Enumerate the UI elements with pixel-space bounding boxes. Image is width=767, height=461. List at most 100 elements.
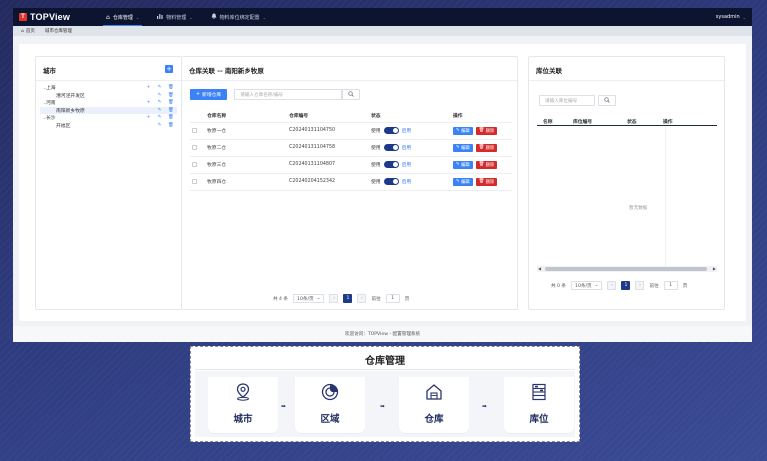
edit-icon[interactable]: ✎ — [157, 85, 162, 90]
breadcrumb: ⌂ 首页 城市仓库管理 — [13, 26, 752, 36]
logo[interactable]: T TOPView — [19, 12, 97, 22]
breadcrumb-current[interactable]: 城市仓库管理 — [45, 28, 72, 34]
menu-item-material[interactable]: 物料管理 ⌄ — [148, 8, 201, 26]
delete-button[interactable]: 🗑 删除 — [475, 177, 498, 186]
tree-node-henan[interactable]: ⌄ 河南 + ✎ 🗑 — [40, 99, 177, 107]
row-actions: ✎ 编辑 🗑 删除 — [453, 177, 512, 186]
logo-text: TOPView — [30, 12, 71, 22]
shelf-icon — [530, 383, 548, 401]
delete-button[interactable]: 🗑 删除 — [475, 160, 498, 169]
delete-button[interactable]: 🗑 删除 — [475, 143, 498, 152]
goto-label: 前往 — [649, 283, 659, 289]
button-label: 删除 — [485, 128, 495, 134]
tree-node-shanghai[interactable]: ⌄ 上海 + ✎ 🗑 — [40, 84, 177, 92]
column-header: 状态 — [627, 119, 637, 125]
tree-node-nanyang[interactable]: 南阳新乡牧原 ✎ 🗑 — [40, 106, 177, 114]
scrollbar-thumb[interactable] — [545, 267, 707, 271]
location-search-input[interactable]: 请输入库位编号 — [539, 95, 595, 106]
goto-page-input[interactable]: 1 — [385, 294, 400, 303]
edit-button[interactable]: ✎ 编辑 — [453, 160, 473, 169]
location-pagination: 共 0 条 10条/页 ⌄ ‹ 1 › 前往 1 页 — [551, 281, 687, 290]
tree-actions: + ✎ 🗑 — [146, 85, 177, 90]
add-icon[interactable]: + — [146, 85, 151, 90]
row-actions: ✎ 编辑 🗑 删除 — [453, 160, 512, 169]
status-toggle[interactable] — [383, 127, 399, 134]
warehouse-search-input[interactable]: 请输入仓库名称/编号 — [234, 89, 343, 100]
chevron-down-icon: ⌄ — [742, 14, 746, 20]
delete-icon[interactable]: 🗑 — [168, 100, 174, 105]
add-icon[interactable]: + — [146, 100, 151, 105]
button-label: 删除 — [485, 179, 495, 185]
prev-page-button[interactable]: ‹ — [329, 294, 339, 303]
tree-node-label: 上海 — [46, 86, 56, 92]
target-icon — [321, 383, 339, 401]
edit-icon[interactable]: ✎ — [157, 123, 162, 128]
table-row[interactable]: 牧原二仓 C20240131104758 使用 启用 ✎ 编辑 🗑 删除 — [190, 139, 512, 157]
page-unit: 页 — [404, 296, 410, 302]
add-warehouse-button[interactable]: + 新增仓库 — [190, 89, 228, 100]
edit-icon[interactable]: ✎ — [157, 108, 162, 113]
page-number-current[interactable]: 1 — [343, 294, 353, 303]
page-size-select[interactable]: 10条/页 ⌄ — [293, 294, 325, 303]
row-actions: ✎ 编辑 🗑 删除 — [453, 143, 512, 152]
button-label: 编辑 — [461, 162, 470, 168]
edit-icon[interactable]: ✎ — [157, 100, 162, 105]
page-size-value: 10条/页 — [297, 296, 314, 302]
next-page-button[interactable]: › — [635, 281, 645, 290]
next-page-button[interactable]: › — [357, 294, 367, 303]
home-icon: ⌂ — [21, 28, 24, 34]
edit-button[interactable]: ✎ 编辑 — [453, 126, 473, 135]
delete-icon[interactable]: 🗑 — [168, 115, 174, 120]
edit-icon[interactable]: ✎ — [157, 115, 162, 120]
status-cell: 使用 启用 — [371, 161, 453, 168]
status-toggle[interactable] — [383, 178, 399, 185]
delete-icon[interactable]: 🗑 — [168, 108, 174, 113]
chevron-down-icon: ⌄ — [135, 14, 140, 20]
edit-button[interactable]: ✎ 编辑 — [453, 177, 473, 186]
add-city-button[interactable]: + — [165, 65, 173, 73]
status-cell: 使用 启用 — [371, 127, 453, 134]
menu-item-warehouse[interactable]: ⌂ 仓库管理 ⌄ — [97, 8, 148, 26]
add-icon[interactable]: + — [146, 115, 151, 120]
edit-icon[interactable]: ✎ — [157, 93, 162, 98]
status-toggle[interactable] — [383, 161, 399, 168]
menu-item-material-binding[interactable]: 物料库位绑定配置 ⌄ — [202, 8, 275, 26]
row-checkbox[interactable] — [192, 179, 197, 184]
search-icon — [604, 96, 610, 105]
logo-mark-icon: T — [19, 13, 27, 21]
status-toggle[interactable] — [383, 144, 399, 151]
breadcrumb-home[interactable]: ⌂ 首页 — [21, 28, 35, 35]
delete-icon[interactable]: 🗑 — [168, 85, 174, 90]
scroll-right-icon[interactable]: ▶ — [713, 266, 716, 272]
column-header: 状态 — [371, 110, 453, 123]
search-button[interactable] — [598, 95, 616, 106]
page-size-select[interactable]: 10条/页 ⌄ — [571, 281, 603, 290]
prev-page-button[interactable]: ‹ — [607, 281, 617, 290]
table-row[interactable]: 牧原三仓 C20240131104807 使用 启用 ✎ 编辑 🗑 删除 — [190, 156, 512, 174]
search-button[interactable] — [342, 89, 361, 100]
delete-icon[interactable]: 🗑 — [168, 123, 174, 128]
page-number-current[interactable]: 1 — [621, 281, 631, 290]
tree-node-caohejing[interactable]: 漕河泾开发区 ✎ 🗑 — [40, 92, 177, 100]
row-checkbox[interactable] — [192, 128, 197, 133]
button-label: 编辑 — [461, 145, 470, 151]
scroll-left-icon[interactable]: ◀ — [538, 266, 541, 272]
button-label: 新增仓库 — [202, 93, 222, 98]
row-checkbox[interactable] — [192, 145, 197, 150]
tree-node-changsha[interactable]: ⌄ 长沙 + ✎ 🗑 — [40, 114, 177, 122]
user-menu[interactable]: sysadmin ⌄ — [716, 8, 746, 26]
row-checkbox[interactable] — [192, 162, 197, 167]
delete-icon[interactable]: 🗑 — [168, 93, 174, 98]
horizontal-scrollbar[interactable]: ◀ ▶ — [537, 266, 717, 272]
chevron-down-icon: ⌄ — [594, 283, 599, 288]
tree-node-kaifu[interactable]: 开福区 ✎ 🗑 — [40, 122, 177, 130]
table-row[interactable]: 牧原四仓 C20240204152342 使用 启用 ✎ 编辑 🗑 删除 — [190, 173, 512, 191]
divider — [36, 80, 181, 81]
warehouse-icon — [425, 383, 443, 401]
delete-button[interactable]: 🗑 删除 — [475, 126, 498, 135]
goto-page-input[interactable]: 1 — [663, 281, 678, 290]
search-placeholder: 请输入库位编号 — [545, 98, 578, 104]
table-row[interactable]: 牧原一仓 C20240131104750 使用 启用 ✎ 编辑 🗑 删除 — [190, 122, 512, 140]
edit-button[interactable]: ✎ 编辑 — [453, 143, 473, 152]
button-label: 编辑 — [461, 128, 470, 134]
